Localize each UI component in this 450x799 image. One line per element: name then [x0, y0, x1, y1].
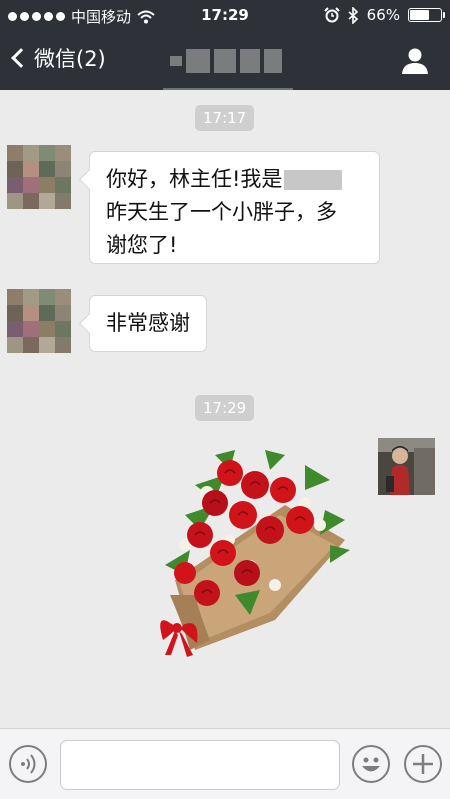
- message-bubble[interactable]: 非常感谢: [89, 295, 207, 352]
- title-underline: [163, 88, 293, 90]
- redacted-text: [284, 170, 343, 190]
- message-line: 昨天生了一个小胖子，多: [106, 200, 337, 224]
- bluetooth-icon: [348, 6, 358, 24]
- battery-percent: 66%: [366, 6, 400, 24]
- plus-icon: [413, 754, 433, 774]
- input-bar: [0, 728, 450, 799]
- timestamp: 17:29: [195, 395, 255, 421]
- contact-name-redacted: [170, 49, 282, 73]
- back-label: 微信(2): [34, 47, 106, 71]
- message-line: 你好，林主任!我是: [106, 163, 363, 196]
- timestamp: 17:17: [195, 105, 255, 131]
- person-icon[interactable]: [400, 46, 430, 76]
- status-right: 66%: [323, 6, 445, 24]
- emoji-icon: [362, 757, 380, 772]
- alarm-clock-icon: [323, 7, 340, 23]
- nav-bar: 微信(2): [0, 30, 450, 90]
- message-text: 非常感谢: [106, 311, 190, 335]
- flower-bouquet-sticker[interactable]: [155, 445, 355, 660]
- message-bubble[interactable]: 你好，林主任!我是 昨天生了一个小胖子，多 谢您了!: [89, 151, 380, 264]
- voice-icon: [21, 754, 36, 774]
- message-input[interactable]: [60, 740, 340, 790]
- avatar[interactable]: [7, 145, 71, 209]
- emoji-button[interactable]: [352, 745, 390, 783]
- back-button[interactable]: 微信(2): [8, 43, 106, 73]
- more-button[interactable]: [404, 745, 442, 783]
- message-line: 谢您了!: [106, 233, 178, 257]
- avatar[interactable]: [7, 289, 71, 353]
- chevron-left-icon: [11, 48, 31, 68]
- avatar[interactable]: [378, 438, 435, 495]
- battery-icon: [408, 8, 445, 22]
- battery-fill: [410, 10, 430, 20]
- status-bar: 中国移动 17:29 66%: [0, 0, 450, 30]
- voice-button[interactable]: [9, 745, 47, 783]
